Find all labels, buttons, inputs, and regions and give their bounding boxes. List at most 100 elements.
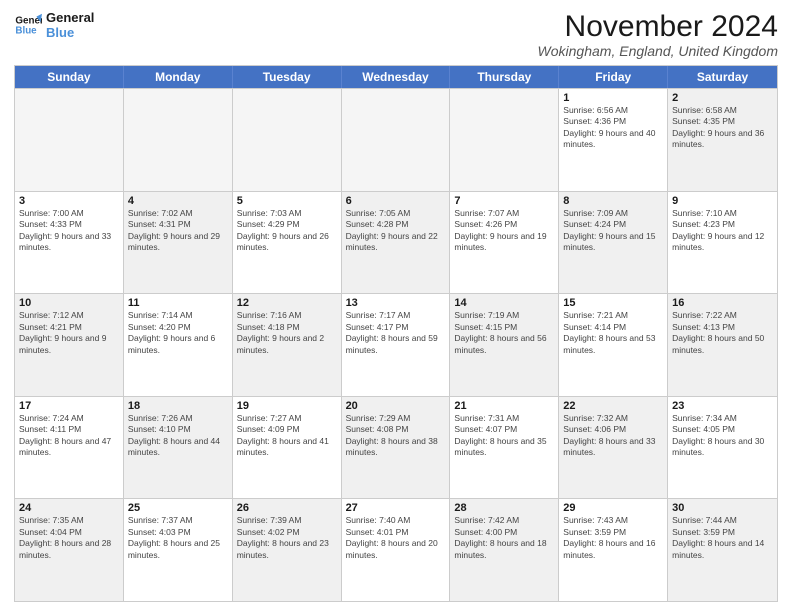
- day-number: 14: [454, 297, 554, 309]
- month-title: November 2024: [538, 10, 778, 43]
- header-cell-sunday: Sunday: [15, 66, 124, 88]
- calendar-cell-24: 24Sunrise: 7:35 AM Sunset: 4:04 PM Dayli…: [15, 499, 124, 601]
- calendar-row-4: 24Sunrise: 7:35 AM Sunset: 4:04 PM Dayli…: [15, 498, 777, 601]
- calendar-cell-empty-4: [450, 89, 559, 191]
- calendar-cell-18: 18Sunrise: 7:26 AM Sunset: 4:10 PM Dayli…: [124, 397, 233, 499]
- day-info: Sunrise: 7:07 AM Sunset: 4:26 PM Dayligh…: [454, 208, 554, 254]
- day-number: 15: [563, 297, 663, 309]
- page: General Blue General Blue November 2024 …: [0, 0, 792, 612]
- title-block: November 2024 Wokingham, England, United…: [538, 10, 778, 59]
- calendar-row-1: 3Sunrise: 7:00 AM Sunset: 4:33 PM Daylig…: [15, 191, 777, 294]
- calendar-cell-22: 22Sunrise: 7:32 AM Sunset: 4:06 PM Dayli…: [559, 397, 668, 499]
- day-number: 24: [19, 502, 119, 514]
- header-cell-tuesday: Tuesday: [233, 66, 342, 88]
- calendar-cell-12: 12Sunrise: 7:16 AM Sunset: 4:18 PM Dayli…: [233, 294, 342, 396]
- day-number: 26: [237, 502, 337, 514]
- day-number: 2: [672, 92, 773, 104]
- day-number: 12: [237, 297, 337, 309]
- calendar-row-3: 17Sunrise: 7:24 AM Sunset: 4:11 PM Dayli…: [15, 396, 777, 499]
- calendar-cell-16: 16Sunrise: 7:22 AM Sunset: 4:13 PM Dayli…: [668, 294, 777, 396]
- day-number: 13: [346, 297, 446, 309]
- day-info: Sunrise: 6:56 AM Sunset: 4:36 PM Dayligh…: [563, 105, 663, 151]
- day-number: 16: [672, 297, 773, 309]
- day-number: 10: [19, 297, 119, 309]
- calendar-cell-3: 3Sunrise: 7:00 AM Sunset: 4:33 PM Daylig…: [15, 192, 124, 294]
- day-info: Sunrise: 7:32 AM Sunset: 4:06 PM Dayligh…: [563, 413, 663, 459]
- day-number: 21: [454, 400, 554, 412]
- day-number: 19: [237, 400, 337, 412]
- calendar-cell-15: 15Sunrise: 7:21 AM Sunset: 4:14 PM Dayli…: [559, 294, 668, 396]
- day-info: Sunrise: 7:26 AM Sunset: 4:10 PM Dayligh…: [128, 413, 228, 459]
- day-info: Sunrise: 7:03 AM Sunset: 4:29 PM Dayligh…: [237, 208, 337, 254]
- day-number: 29: [563, 502, 663, 514]
- day-info: Sunrise: 7:12 AM Sunset: 4:21 PM Dayligh…: [19, 310, 119, 356]
- calendar-cell-empty-2: [233, 89, 342, 191]
- day-number: 22: [563, 400, 663, 412]
- day-info: Sunrise: 7:21 AM Sunset: 4:14 PM Dayligh…: [563, 310, 663, 356]
- header: General Blue General Blue November 2024 …: [14, 10, 778, 59]
- calendar-body: 1Sunrise: 6:56 AM Sunset: 4:36 PM Daylig…: [15, 88, 777, 601]
- day-info: Sunrise: 7:34 AM Sunset: 4:05 PM Dayligh…: [672, 413, 773, 459]
- day-number: 27: [346, 502, 446, 514]
- day-info: Sunrise: 7:35 AM Sunset: 4:04 PM Dayligh…: [19, 515, 119, 561]
- day-info: Sunrise: 7:10 AM Sunset: 4:23 PM Dayligh…: [672, 208, 773, 254]
- day-info: Sunrise: 7:00 AM Sunset: 4:33 PM Dayligh…: [19, 208, 119, 254]
- day-number: 9: [672, 195, 773, 207]
- location: Wokingham, England, United Kingdom: [538, 43, 778, 59]
- day-info: Sunrise: 7:24 AM Sunset: 4:11 PM Dayligh…: [19, 413, 119, 459]
- calendar-cell-27: 27Sunrise: 7:40 AM Sunset: 4:01 PM Dayli…: [342, 499, 451, 601]
- day-info: Sunrise: 7:19 AM Sunset: 4:15 PM Dayligh…: [454, 310, 554, 356]
- day-number: 28: [454, 502, 554, 514]
- day-info: Sunrise: 7:16 AM Sunset: 4:18 PM Dayligh…: [237, 310, 337, 356]
- header-cell-friday: Friday: [559, 66, 668, 88]
- day-info: Sunrise: 7:27 AM Sunset: 4:09 PM Dayligh…: [237, 413, 337, 459]
- day-info: Sunrise: 7:09 AM Sunset: 4:24 PM Dayligh…: [563, 208, 663, 254]
- day-info: Sunrise: 7:14 AM Sunset: 4:20 PM Dayligh…: [128, 310, 228, 356]
- day-number: 8: [563, 195, 663, 207]
- calendar-cell-1: 1Sunrise: 6:56 AM Sunset: 4:36 PM Daylig…: [559, 89, 668, 191]
- calendar-row-0: 1Sunrise: 6:56 AM Sunset: 4:36 PM Daylig…: [15, 88, 777, 191]
- calendar-cell-10: 10Sunrise: 7:12 AM Sunset: 4:21 PM Dayli…: [15, 294, 124, 396]
- day-number: 18: [128, 400, 228, 412]
- day-info: Sunrise: 7:29 AM Sunset: 4:08 PM Dayligh…: [346, 413, 446, 459]
- day-info: Sunrise: 7:05 AM Sunset: 4:28 PM Dayligh…: [346, 208, 446, 254]
- calendar-cell-empty-0: [15, 89, 124, 191]
- day-info: Sunrise: 7:44 AM Sunset: 3:59 PM Dayligh…: [672, 515, 773, 561]
- calendar-cell-8: 8Sunrise: 7:09 AM Sunset: 4:24 PM Daylig…: [559, 192, 668, 294]
- day-info: Sunrise: 7:42 AM Sunset: 4:00 PM Dayligh…: [454, 515, 554, 561]
- calendar-header: SundayMondayTuesdayWednesdayThursdayFrid…: [15, 66, 777, 88]
- day-number: 11: [128, 297, 228, 309]
- logo-line1: General: [46, 10, 94, 25]
- svg-text:Blue: Blue: [15, 25, 37, 36]
- calendar-cell-30: 30Sunrise: 7:44 AM Sunset: 3:59 PM Dayli…: [668, 499, 777, 601]
- header-cell-saturday: Saturday: [668, 66, 777, 88]
- day-number: 6: [346, 195, 446, 207]
- day-number: 25: [128, 502, 228, 514]
- calendar-cell-5: 5Sunrise: 7:03 AM Sunset: 4:29 PM Daylig…: [233, 192, 342, 294]
- day-info: Sunrise: 7:31 AM Sunset: 4:07 PM Dayligh…: [454, 413, 554, 459]
- calendar-cell-11: 11Sunrise: 7:14 AM Sunset: 4:20 PM Dayli…: [124, 294, 233, 396]
- calendar-cell-6: 6Sunrise: 7:05 AM Sunset: 4:28 PM Daylig…: [342, 192, 451, 294]
- calendar-cell-13: 13Sunrise: 7:17 AM Sunset: 4:17 PM Dayli…: [342, 294, 451, 396]
- day-number: 7: [454, 195, 554, 207]
- calendar-cell-26: 26Sunrise: 7:39 AM Sunset: 4:02 PM Dayli…: [233, 499, 342, 601]
- calendar-cell-empty-1: [124, 89, 233, 191]
- calendar-cell-17: 17Sunrise: 7:24 AM Sunset: 4:11 PM Dayli…: [15, 397, 124, 499]
- calendar-cell-23: 23Sunrise: 7:34 AM Sunset: 4:05 PM Dayli…: [668, 397, 777, 499]
- day-number: 5: [237, 195, 337, 207]
- day-info: Sunrise: 7:39 AM Sunset: 4:02 PM Dayligh…: [237, 515, 337, 561]
- day-info: Sunrise: 6:58 AM Sunset: 4:35 PM Dayligh…: [672, 105, 773, 151]
- header-cell-thursday: Thursday: [450, 66, 559, 88]
- day-info: Sunrise: 7:02 AM Sunset: 4:31 PM Dayligh…: [128, 208, 228, 254]
- day-info: Sunrise: 7:37 AM Sunset: 4:03 PM Dayligh…: [128, 515, 228, 561]
- calendar-cell-25: 25Sunrise: 7:37 AM Sunset: 4:03 PM Dayli…: [124, 499, 233, 601]
- calendar-cell-empty-3: [342, 89, 451, 191]
- day-number: 23: [672, 400, 773, 412]
- calendar-cell-7: 7Sunrise: 7:07 AM Sunset: 4:26 PM Daylig…: [450, 192, 559, 294]
- day-info: Sunrise: 7:43 AM Sunset: 3:59 PM Dayligh…: [563, 515, 663, 561]
- calendar-cell-19: 19Sunrise: 7:27 AM Sunset: 4:09 PM Dayli…: [233, 397, 342, 499]
- header-cell-wednesday: Wednesday: [342, 66, 451, 88]
- calendar-cell-28: 28Sunrise: 7:42 AM Sunset: 4:00 PM Dayli…: [450, 499, 559, 601]
- day-number: 20: [346, 400, 446, 412]
- day-info: Sunrise: 7:17 AM Sunset: 4:17 PM Dayligh…: [346, 310, 446, 356]
